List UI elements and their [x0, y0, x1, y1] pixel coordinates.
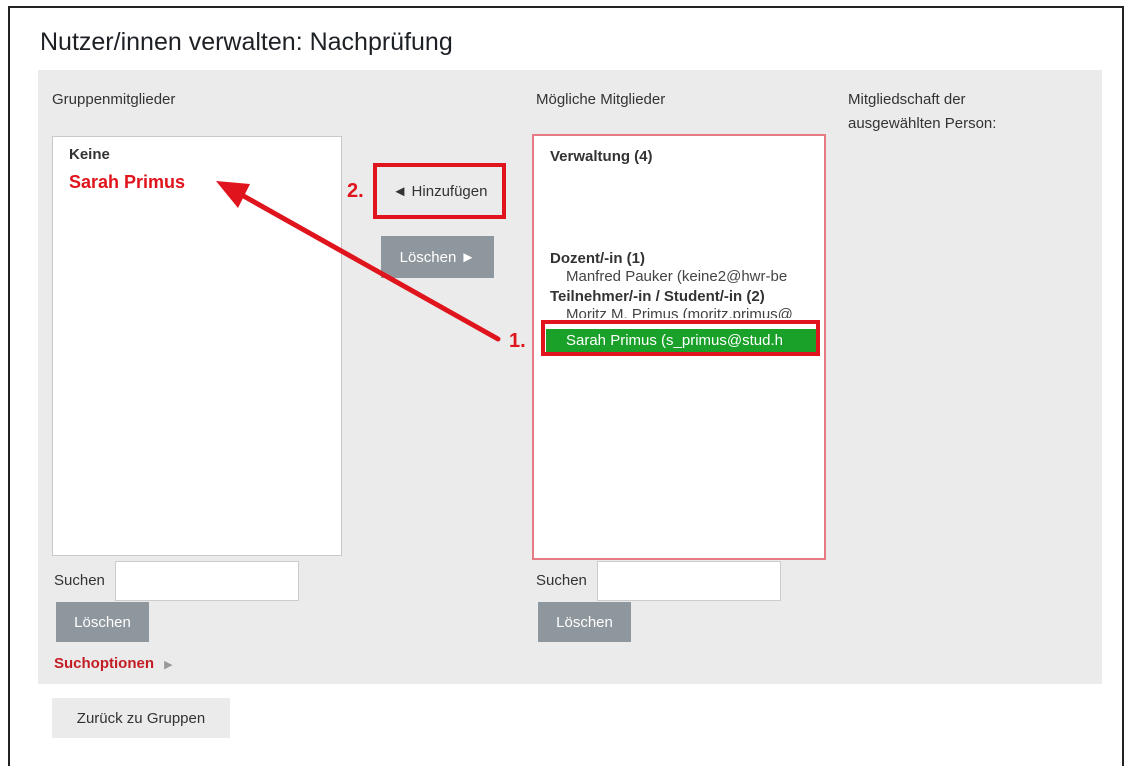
annotation-step-1: 1. — [509, 330, 526, 352]
group-members-label: Gruppenmitglieder — [52, 91, 176, 108]
potential-search-label: Suchen — [536, 572, 587, 589]
potential-search-input[interactable] — [597, 561, 781, 601]
caret-right-icon: ▶ — [164, 659, 173, 671]
group-header-verwaltung: Verwaltung (4) — [550, 148, 653, 165]
potential-members-label: Mögliche Mitglieder — [536, 91, 666, 108]
list-item[interactable]: Moritz M. Primus (moritz.primus@ — [566, 306, 793, 318]
added-member-sarah-primus[interactable]: Sarah Primus — [69, 173, 185, 191]
search-options-link[interactable]: Suchoptionen ▶ — [54, 655, 173, 672]
group-members-select[interactable]: Keine Sarah Primus — [52, 136, 342, 556]
annotation-box-selected — [541, 320, 820, 356]
list-item[interactable]: Manfred Pauker (keine2@hwr-be — [566, 268, 787, 286]
members-search-input[interactable] — [115, 561, 299, 601]
annotation-box-add — [373, 163, 506, 219]
members-search-label: Suchen — [54, 572, 105, 589]
members-clear-button[interactable]: Löschen — [56, 602, 149, 642]
remove-button[interactable]: Löschen ► — [381, 236, 494, 278]
group-header-dozent: Dozent/-in (1) — [550, 250, 645, 267]
group-none-label: Keine — [69, 146, 110, 163]
page-title: Nutzer/innen verwalten: Nachprüfung — [40, 28, 453, 56]
back-to-groups-button[interactable]: Zurück zu Gruppen — [52, 698, 230, 738]
potential-clear-button[interactable]: Löschen — [538, 602, 631, 642]
search-options-label: Suchoptionen — [54, 655, 154, 672]
annotation-step-2: 2. — [347, 180, 364, 202]
group-header-teilnehmer: Teilnehmer/-in / Student/-in (2) — [550, 288, 765, 305]
membership-label: Mitgliedschaft der ausgewählten Person: — [848, 91, 997, 132]
